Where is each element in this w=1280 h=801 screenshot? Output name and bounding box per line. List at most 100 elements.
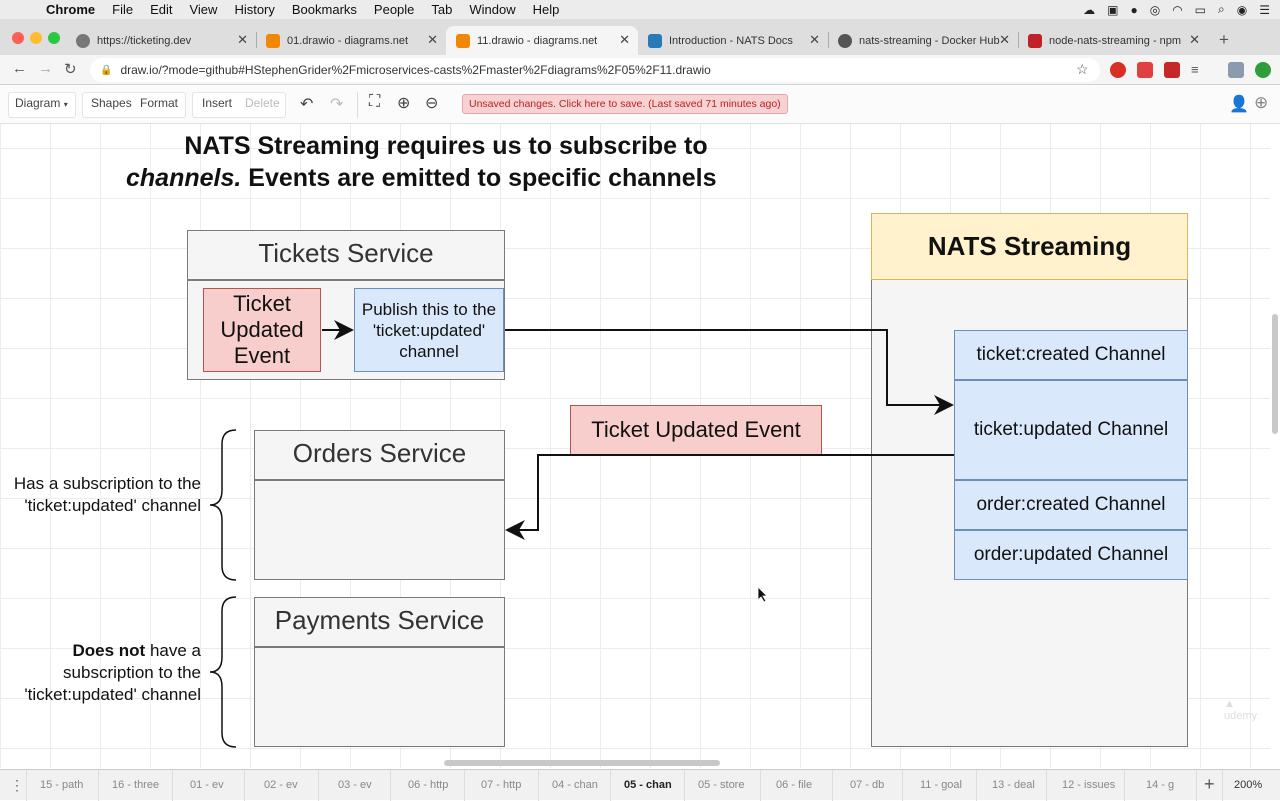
cloud-icon[interactable]: ☁ xyxy=(1083,3,1095,17)
close-tab-icon[interactable]: ✕ xyxy=(619,32,630,48)
page-tab-divider xyxy=(390,770,391,801)
page-tab[interactable]: 05 - store xyxy=(698,779,744,791)
fit-window-icon[interactable]: ⛶ xyxy=(369,93,380,111)
page-tab[interactable]: 04 - chan xyxy=(552,779,598,791)
horizontal-scrollbar[interactable] xyxy=(444,760,720,766)
page-tab[interactable]: 13 - deal xyxy=(992,779,1035,791)
menu-people[interactable]: People xyxy=(374,2,414,17)
lock-icon: 🔒 xyxy=(100,64,113,76)
record-icon[interactable]: ● xyxy=(1130,3,1137,17)
browser-tab[interactable]: nats-streaming - Docker Hub ✕ xyxy=(828,26,1018,55)
zoom-window-button[interactable] xyxy=(48,32,60,44)
new-tab-plus-icon[interactable]: + xyxy=(1219,30,1229,50)
close-tab-icon[interactable]: ✕ xyxy=(237,32,248,48)
menu-bookmarks[interactable]: Bookmarks xyxy=(292,2,357,17)
page-tab[interactable]: 01 - ev xyxy=(190,779,224,791)
close-tab-icon[interactable]: ✕ xyxy=(999,32,1010,48)
delete-button[interactable]: Delete xyxy=(245,96,280,110)
menu-lines-extension-icon[interactable]: ≡ xyxy=(1191,62,1207,78)
page-tab[interactable]: 15 - path xyxy=(40,779,83,791)
docker-icon[interactable]: ▣ xyxy=(1107,3,1118,17)
diagram-menu-button[interactable]: Diagram ▾ xyxy=(15,96,68,110)
page-tab-divider xyxy=(464,770,465,801)
browser-tab[interactable]: 01.drawio - diagrams.net ✕ xyxy=(256,26,446,55)
vertical-scrollbar[interactable] xyxy=(1272,314,1278,434)
page-tab[interactable]: 02 - ev xyxy=(264,779,298,791)
minimize-window-button[interactable] xyxy=(30,32,42,44)
menu-chrome[interactable]: Chrome xyxy=(46,2,95,17)
close-tab-icon[interactable]: ✕ xyxy=(809,32,820,48)
page-tab[interactable]: 03 - ev xyxy=(338,779,372,791)
shield-extension-icon[interactable] xyxy=(1164,62,1180,78)
notification-center-icon[interactable]: ☰ xyxy=(1259,3,1270,17)
page-tab-divider xyxy=(684,770,685,801)
payments-note-bold: Does not xyxy=(72,641,146,660)
close-tab-icon[interactable]: ✕ xyxy=(1189,32,1200,48)
close-tab-icon[interactable]: ✕ xyxy=(427,32,438,48)
browser-tab[interactable]: node-nats-streaming - npm ✕ xyxy=(1018,26,1208,55)
menu-window[interactable]: Window xyxy=(469,2,515,17)
siri-icon[interactable]: ◉ xyxy=(1237,3,1247,17)
zoom-out-icon[interactable]: ⊖ xyxy=(425,93,438,113)
page-tab[interactable]: 07 - http xyxy=(481,779,521,791)
tab-title: node-nats-streaming - npm xyxy=(1049,34,1182,47)
profile-avatar[interactable] xyxy=(1228,62,1244,78)
address-bar[interactable]: 🔒 draw.io/?mode=github#HStephenGrider%2F… xyxy=(90,58,1100,82)
bookmark-star-icon[interactable]: ☆ xyxy=(1076,61,1089,78)
page-tab[interactable]: 16 - three xyxy=(112,779,159,791)
battery-icon[interactable]: ▭ xyxy=(1195,3,1206,17)
adblock-extension-icon[interactable] xyxy=(1110,62,1126,78)
browser-tab-active[interactable]: 11.drawio - diagrams.net ✕ xyxy=(446,26,638,55)
browser-tab[interactable]: https://ticketing.dev ✕ xyxy=(66,26,256,55)
page-tab-divider xyxy=(610,770,611,801)
redo-icon[interactable]: ↷ xyxy=(330,94,343,114)
search-icon[interactable]: ⌕ xyxy=(1218,2,1225,17)
page-tab[interactable]: 07 - db xyxy=(850,779,884,791)
page-tab[interactable]: 12 - issues xyxy=(1062,779,1115,791)
tab-title: 11.drawio - diagrams.net xyxy=(477,34,598,47)
back-arrow-icon[interactable]: ← xyxy=(12,60,27,77)
menu-edit[interactable]: Edit xyxy=(150,2,172,17)
toolbar-divider xyxy=(357,92,358,118)
update-icon[interactable] xyxy=(1255,62,1271,78)
reload-icon[interactable]: ↻ xyxy=(64,60,77,78)
shapes-button[interactable]: Shapes xyxy=(91,96,132,110)
user-icon[interactable]: 👤 xyxy=(1229,94,1249,114)
page-tab-active[interactable]: 05 - chan xyxy=(624,779,672,791)
payments-subscription-note: Does not have a subscription to the 'tic… xyxy=(6,640,201,706)
pages-menu-icon[interactable]: ⋮ xyxy=(10,777,24,794)
wifi-icon[interactable]: ◠ xyxy=(1172,3,1182,17)
extension-icon[interactable] xyxy=(1137,62,1153,78)
menu-tab[interactable]: Tab xyxy=(431,2,452,17)
chevron-down-icon: ▾ xyxy=(63,100,68,109)
diagram-canvas[interactable]: NATS Streaming requires us to subscribe … xyxy=(0,124,1270,768)
browser-tab[interactable]: Introduction - NATS Docs ✕ xyxy=(638,26,828,55)
undo-icon[interactable]: ↶ xyxy=(300,94,313,114)
page-tab[interactable]: 14 - g xyxy=(1146,779,1174,791)
zoom-in-icon[interactable]: ⊕ xyxy=(397,93,410,113)
zoom-level[interactable]: 200% xyxy=(1234,779,1262,791)
page-tab-divider xyxy=(976,770,977,801)
page-tabs-bar: ⋮ 15 - path 16 - three 01 - ev 02 - ev 0… xyxy=(0,769,1280,801)
menu-file[interactable]: File xyxy=(112,2,133,17)
menu-history[interactable]: History xyxy=(234,2,274,17)
add-page-plus-icon[interactable]: + xyxy=(1204,774,1215,795)
format-button[interactable]: Format xyxy=(140,96,178,110)
page-tab[interactable]: 06 - file xyxy=(776,779,812,791)
insert-button[interactable]: Insert xyxy=(202,96,232,110)
forward-arrow-icon[interactable]: → xyxy=(38,60,53,77)
drawio-icon xyxy=(456,33,470,48)
orders-subscription-note: Has a subscription to the 'ticket:update… xyxy=(13,474,201,515)
page-tab[interactable]: 06 - http xyxy=(408,779,448,791)
glasses-icon[interactable]: ◎ xyxy=(1150,3,1160,17)
language-globe-icon[interactable]: ⊕ xyxy=(1254,93,1268,113)
mac-menu-bar: Chrome File Edit View History Bookmarks … xyxy=(0,0,1280,19)
publish-to-channel-arrow xyxy=(505,329,954,415)
unsaved-changes-banner[interactable]: Unsaved changes. Click here to save. (La… xyxy=(462,94,788,114)
menu-view[interactable]: View xyxy=(189,2,217,17)
menu-help[interactable]: Help xyxy=(533,2,560,17)
url-text: draw.io/?mode=github#HStephenGrider%2Fmi… xyxy=(120,63,711,77)
page-tab[interactable]: 11 - goal xyxy=(920,779,962,791)
docker-hub-icon xyxy=(838,33,852,48)
close-window-button[interactable] xyxy=(12,32,24,44)
